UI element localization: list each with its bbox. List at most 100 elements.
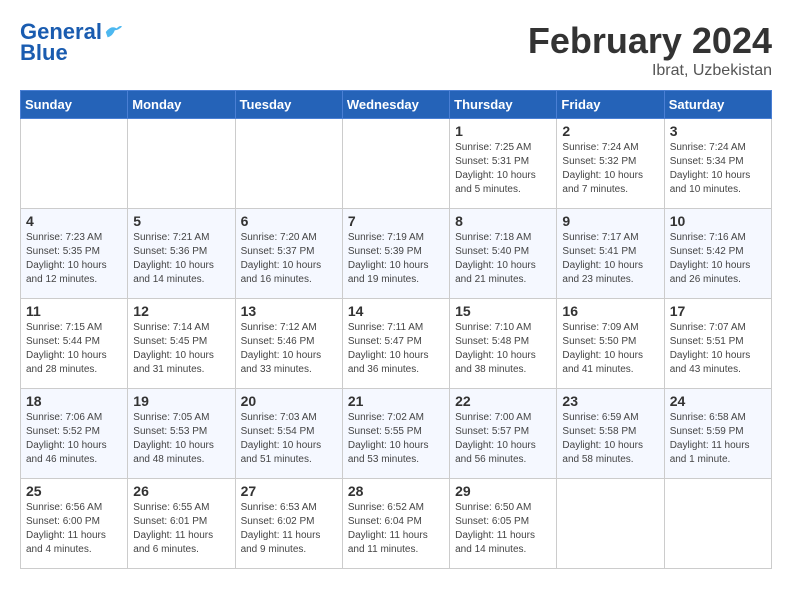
location: Ibrat, Uzbekistan <box>528 62 772 80</box>
calendar-cell: 28 Sunrise: 6:52 AM Sunset: 6:04 PM Dayli… <box>342 479 449 569</box>
calendar-cell: 12Sunrise: 7:14 AM Sunset: 5:45 PM Dayli… <box>128 299 235 389</box>
day-number: 26 <box>133 483 229 499</box>
week-row-1: 1Sunrise: 7:25 AM Sunset: 5:31 PM Daylig… <box>21 119 772 209</box>
day-info: Sunrise: 7:10 AM Sunset: 5:48 PM Dayligh… <box>455 321 551 377</box>
day-info: Sunrise: 7:12 AM Sunset: 5:46 PM Dayligh… <box>241 321 337 377</box>
day-number: 21 <box>348 393 444 409</box>
day-info: Sunrise: 7:19 AM Sunset: 5:39 PM Dayligh… <box>348 231 444 287</box>
day-info: Sunrise: 7:24 AM Sunset: 5:32 PM Dayligh… <box>562 141 658 197</box>
calendar-cell: 13Sunrise: 7:12 AM Sunset: 5:46 PM Dayli… <box>235 299 342 389</box>
day-info: Sunrise: 7:20 AM Sunset: 5:37 PM Dayligh… <box>241 231 337 287</box>
calendar-cell <box>557 479 664 569</box>
day-info: Sunrise: 7:11 AM Sunset: 5:47 PM Dayligh… <box>348 321 444 377</box>
calendar-cell <box>128 119 235 209</box>
day-number: 20 <box>241 393 337 409</box>
calendar-cell: 4 Sunrise: 7:23 AM Sunset: 5:35 PM Daylig… <box>21 209 128 299</box>
day-info: Sunrise: 7:07 AM Sunset: 5:51 PM Dayligh… <box>670 321 766 377</box>
day-info: Sunrise: 7:00 AM Sunset: 5:57 PM Dayligh… <box>455 411 551 467</box>
day-header-friday: Friday <box>557 91 664 119</box>
calendar-cell: 23 Sunrise: 6:59 AM Sunset: 5:58 PM Dayli… <box>557 389 664 479</box>
day-info: Sunrise: 7:03 AM Sunset: 5:54 PM Dayligh… <box>241 411 337 467</box>
calendar-cell: 16Sunrise: 7:09 AM Sunset: 5:50 PM Dayli… <box>557 299 664 389</box>
day-info: Sunrise: 7:23 AM Sunset: 5:35 PM Dayligh… <box>26 231 122 287</box>
calendar-cell: 21 Sunrise: 7:02 AM Sunset: 5:55 PM Dayli… <box>342 389 449 479</box>
day-header-wednesday: Wednesday <box>342 91 449 119</box>
calendar-cell <box>21 119 128 209</box>
calendar-cell: 1Sunrise: 7:25 AM Sunset: 5:31 PM Daylig… <box>450 119 557 209</box>
month-title: February 2024 <box>528 20 772 62</box>
day-info: Sunrise: 6:53 AM Sunset: 6:02 PM Dayligh… <box>241 501 337 557</box>
day-info: Sunrise: 6:59 AM Sunset: 5:58 PM Dayligh… <box>562 411 658 467</box>
day-info: Sunrise: 7:16 AM Sunset: 5:42 PM Dayligh… <box>670 231 766 287</box>
day-number: 16 <box>562 303 658 319</box>
day-info: Sunrise: 6:52 AM Sunset: 6:04 PM Dayligh… <box>348 501 444 557</box>
calendar-cell: 11 Sunrise: 7:15 AM Sunset: 5:44 PM Dayli… <box>21 299 128 389</box>
day-header-thursday: Thursday <box>450 91 557 119</box>
calendar-cell: 22 Sunrise: 7:00 AM Sunset: 5:57 PM Dayli… <box>450 389 557 479</box>
calendar-cell: 5Sunrise: 7:21 AM Sunset: 5:36 PM Daylig… <box>128 209 235 299</box>
calendar-cell: 8 Sunrise: 7:18 AM Sunset: 5:40 PM Daylig… <box>450 209 557 299</box>
day-info: Sunrise: 7:02 AM Sunset: 5:55 PM Dayligh… <box>348 411 444 467</box>
calendar-cell: 7 Sunrise: 7:19 AM Sunset: 5:39 PM Daylig… <box>342 209 449 299</box>
calendar-cell: 10 Sunrise: 7:16 AM Sunset: 5:42 PM Dayli… <box>664 209 771 299</box>
week-row-2: 4 Sunrise: 7:23 AM Sunset: 5:35 PM Daylig… <box>21 209 772 299</box>
day-number: 22 <box>455 393 551 409</box>
day-number: 11 <box>26 303 122 319</box>
day-number: 25 <box>26 483 122 499</box>
day-info: Sunrise: 6:58 AM Sunset: 5:59 PM Dayligh… <box>670 411 766 467</box>
day-number: 7 <box>348 213 444 229</box>
calendar-cell: 3Sunrise: 7:24 AM Sunset: 5:34 PM Daylig… <box>664 119 771 209</box>
calendar-cell: 18 Sunrise: 7:06 AM Sunset: 5:52 PM Dayli… <box>21 389 128 479</box>
calendar-cell: 24 Sunrise: 6:58 AM Sunset: 5:59 PM Dayli… <box>664 389 771 479</box>
header: General Blue February 2024 Ibrat, Uzbeki… <box>20 20 772 80</box>
day-number: 29 <box>455 483 551 499</box>
calendar-cell: 14Sunrise: 7:11 AM Sunset: 5:47 PM Dayli… <box>342 299 449 389</box>
day-header-saturday: Saturday <box>664 91 771 119</box>
day-number: 4 <box>26 213 122 229</box>
calendar-cell: 29 Sunrise: 6:50 AM Sunset: 6:05 PM Dayli… <box>450 479 557 569</box>
day-info: Sunrise: 7:05 AM Sunset: 5:53 PM Dayligh… <box>133 411 229 467</box>
logo: General Blue <box>20 20 122 66</box>
calendar-cell: 9 Sunrise: 7:17 AM Sunset: 5:41 PM Daylig… <box>557 209 664 299</box>
day-number: 27 <box>241 483 337 499</box>
day-info: Sunrise: 7:06 AM Sunset: 5:52 PM Dayligh… <box>26 411 122 467</box>
day-info: Sunrise: 7:14 AM Sunset: 5:45 PM Dayligh… <box>133 321 229 377</box>
calendar-cell: 6 Sunrise: 7:20 AM Sunset: 5:37 PM Daylig… <box>235 209 342 299</box>
header-row: SundayMondayTuesdayWednesdayThursdayFrid… <box>21 91 772 119</box>
calendar-cell: 19 Sunrise: 7:05 AM Sunset: 5:53 PM Dayli… <box>128 389 235 479</box>
calendar-table: SundayMondayTuesdayWednesdayThursdayFrid… <box>20 90 772 569</box>
day-info: Sunrise: 6:50 AM Sunset: 6:05 PM Dayligh… <box>455 501 551 557</box>
day-info: Sunrise: 7:18 AM Sunset: 5:40 PM Dayligh… <box>455 231 551 287</box>
day-info: Sunrise: 7:15 AM Sunset: 5:44 PM Dayligh… <box>26 321 122 377</box>
day-number: 24 <box>670 393 766 409</box>
day-number: 9 <box>562 213 658 229</box>
calendar-cell: 27 Sunrise: 6:53 AM Sunset: 6:02 PM Dayli… <box>235 479 342 569</box>
calendar-cell <box>664 479 771 569</box>
calendar-cell: 26 Sunrise: 6:55 AM Sunset: 6:01 PM Dayli… <box>128 479 235 569</box>
calendar-cell: 25 Sunrise: 6:56 AM Sunset: 6:00 PM Dayli… <box>21 479 128 569</box>
title-area: February 2024 Ibrat, Uzbekistan <box>528 20 772 80</box>
day-header-sunday: Sunday <box>21 91 128 119</box>
day-number: 18 <box>26 393 122 409</box>
week-row-5: 25 Sunrise: 6:56 AM Sunset: 6:00 PM Dayli… <box>21 479 772 569</box>
day-info: Sunrise: 6:55 AM Sunset: 6:01 PM Dayligh… <box>133 501 229 557</box>
logo-bird-icon <box>104 23 122 41</box>
calendar-cell: 15 Sunrise: 7:10 AM Sunset: 5:48 PM Dayli… <box>450 299 557 389</box>
day-number: 3 <box>670 123 766 139</box>
day-number: 1 <box>455 123 551 139</box>
calendar-cell <box>235 119 342 209</box>
day-info: Sunrise: 7:17 AM Sunset: 5:41 PM Dayligh… <box>562 231 658 287</box>
day-number: 5 <box>133 213 229 229</box>
calendar-cell <box>342 119 449 209</box>
day-number: 10 <box>670 213 766 229</box>
day-info: Sunrise: 6:56 AM Sunset: 6:00 PM Dayligh… <box>26 501 122 557</box>
day-header-tuesday: Tuesday <box>235 91 342 119</box>
day-number: 23 <box>562 393 658 409</box>
week-row-3: 11 Sunrise: 7:15 AM Sunset: 5:44 PM Dayli… <box>21 299 772 389</box>
day-number: 6 <box>241 213 337 229</box>
calendar-cell: 17Sunrise: 7:07 AM Sunset: 5:51 PM Dayli… <box>664 299 771 389</box>
day-number: 28 <box>348 483 444 499</box>
day-number: 8 <box>455 213 551 229</box>
day-number: 15 <box>455 303 551 319</box>
day-number: 19 <box>133 393 229 409</box>
